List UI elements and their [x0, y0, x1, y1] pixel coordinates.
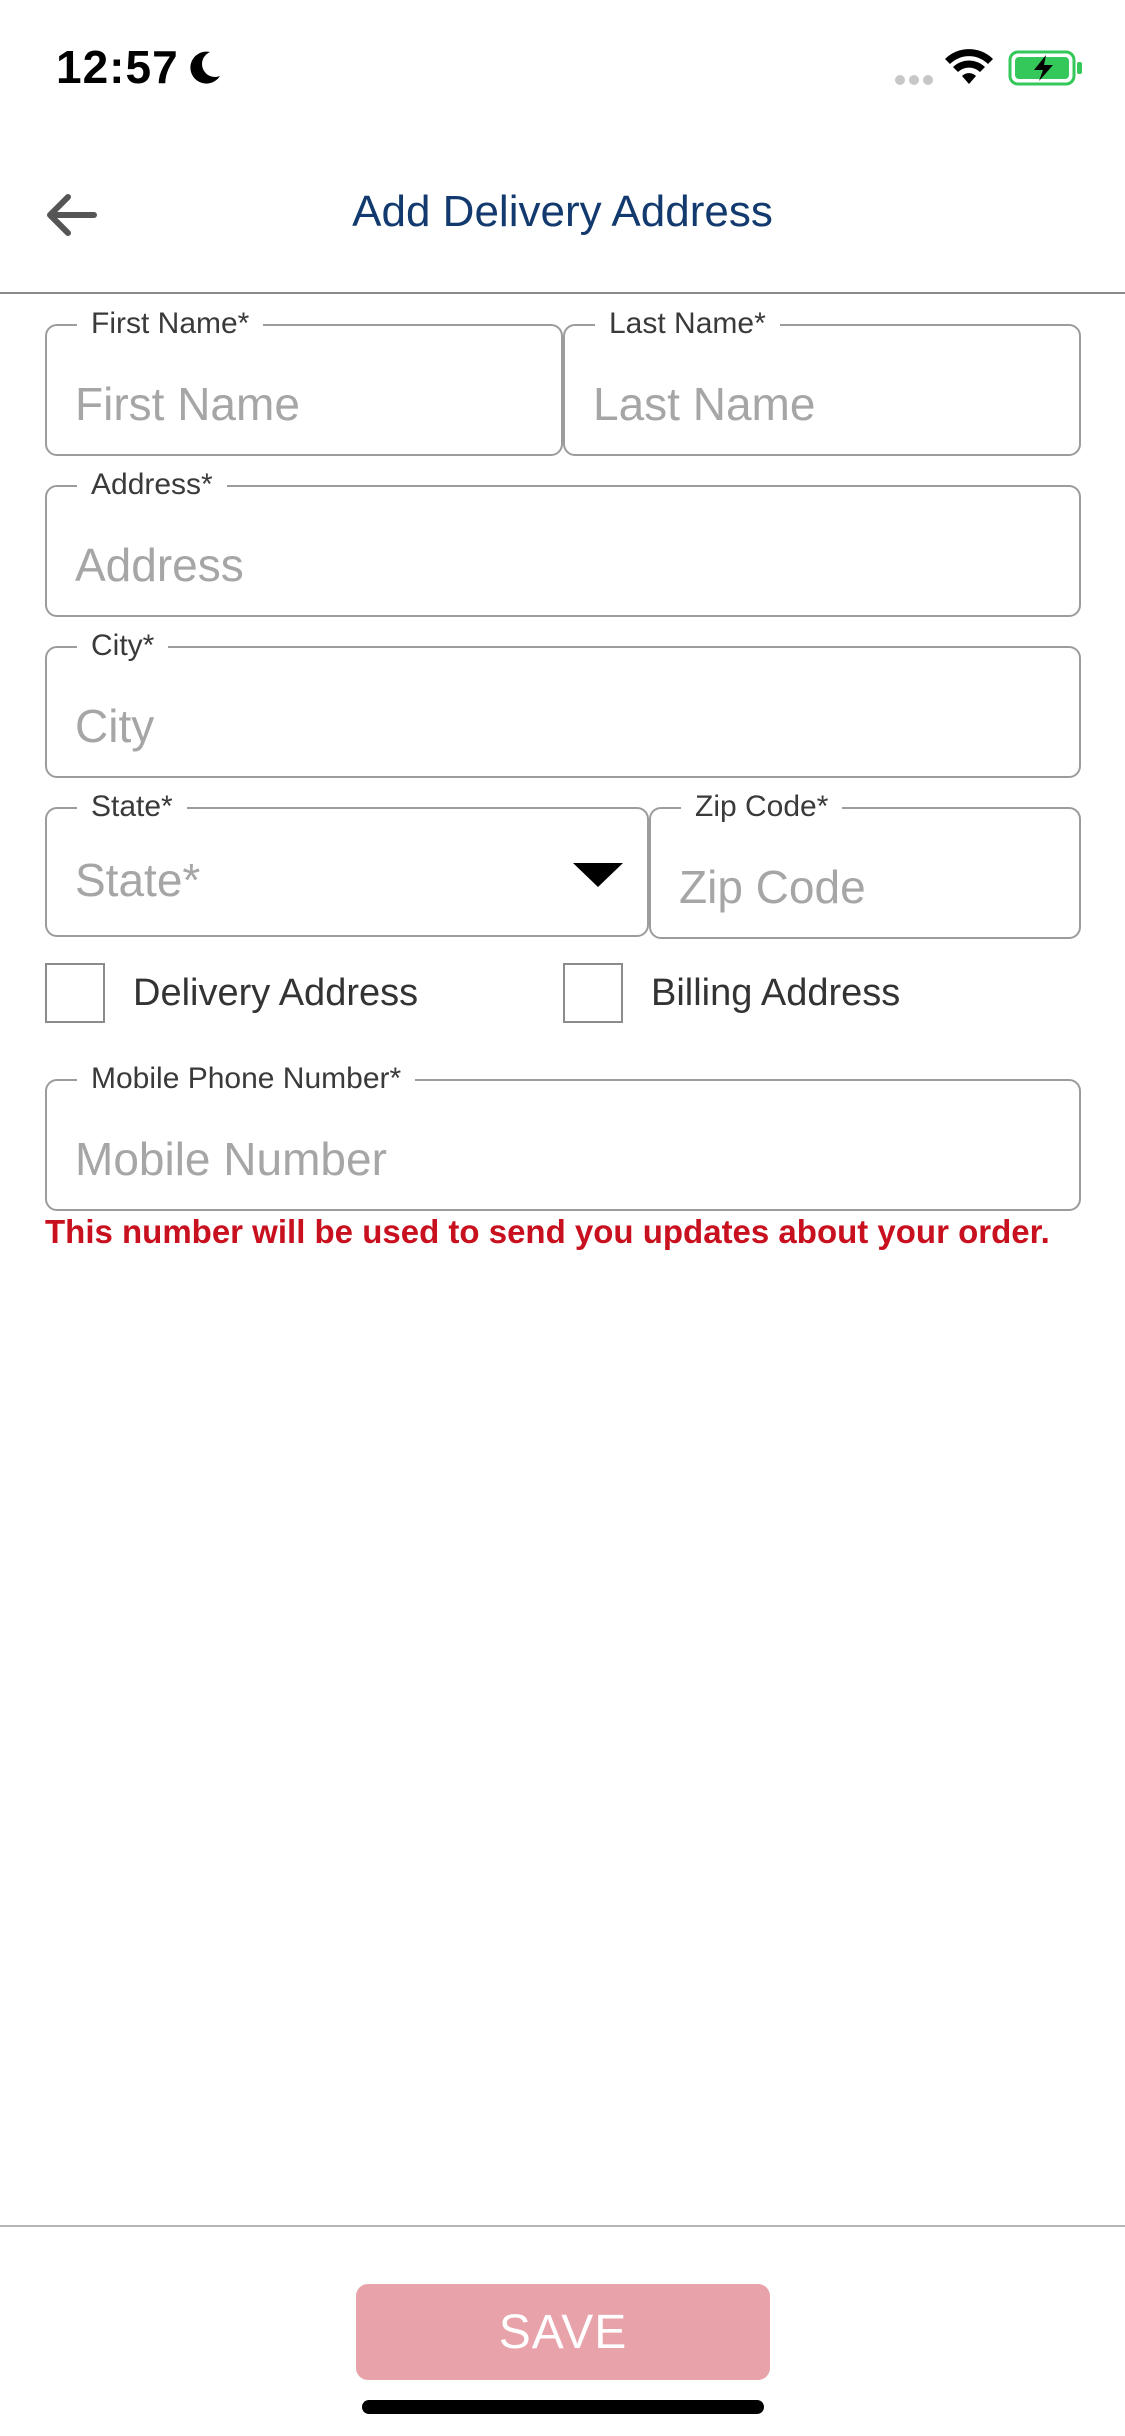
address-label: Address*	[77, 467, 227, 503]
status-time: 12:57	[56, 41, 179, 93]
first-name-input[interactable]	[75, 374, 541, 434]
zip-code-input[interactable]	[679, 857, 1059, 917]
first-name-label: First Name*	[77, 306, 264, 342]
city-label: City*	[77, 628, 169, 664]
phone-helper-note: This number will be used to send you upd…	[45, 1213, 1050, 1250]
zip-code-label: Zip Code*	[681, 789, 843, 825]
address-field: Address*	[45, 467, 1081, 617]
mobile-phone-input[interactable]	[75, 1129, 1059, 1189]
mobile-phone-field: Mobile Phone Number*	[45, 1061, 1081, 1211]
footer-divider	[0, 2225, 1125, 2227]
caret-down-icon	[573, 863, 623, 887]
zip-code-field: Zip Code*	[649, 789, 1081, 939]
billing-address-label: Billing Address	[651, 971, 901, 1014]
battery-charging-icon	[1008, 50, 1082, 86]
state-placeholder: State*	[75, 854, 201, 906]
moon-icon	[190, 51, 220, 84]
state-label: State*	[77, 789, 187, 825]
state-select[interactable]: State* State*	[45, 789, 649, 937]
billing-address-checkbox[interactable]	[563, 963, 623, 1023]
page-title: Add Delivery Address	[352, 187, 773, 236]
city-input[interactable]	[75, 696, 1059, 756]
delivery-address-option[interactable]: Delivery Address	[45, 963, 418, 1023]
delivery-address-label: Delivery Address	[133, 971, 419, 1014]
save-button[interactable]: SAVE	[356, 2284, 770, 2380]
wifi-icon	[945, 49, 993, 84]
last-name-field: Last Name*	[563, 306, 1081, 456]
header-bar: Add Delivery Address	[0, 135, 1125, 294]
mobile-phone-label: Mobile Phone Number*	[77, 1061, 416, 1097]
status-bar: 12:57	[0, 0, 1125, 135]
address-input[interactable]	[75, 535, 1059, 595]
last-name-input[interactable]	[593, 374, 1059, 434]
cellular-signal-icon	[895, 75, 933, 85]
city-field: City*	[45, 628, 1081, 778]
last-name-label: Last Name*	[595, 306, 780, 342]
billing-address-option[interactable]: Billing Address	[563, 963, 900, 1023]
first-name-field: First Name*	[45, 306, 563, 456]
home-indicator	[362, 2400, 764, 2414]
delivery-address-checkbox[interactable]	[45, 963, 105, 1023]
